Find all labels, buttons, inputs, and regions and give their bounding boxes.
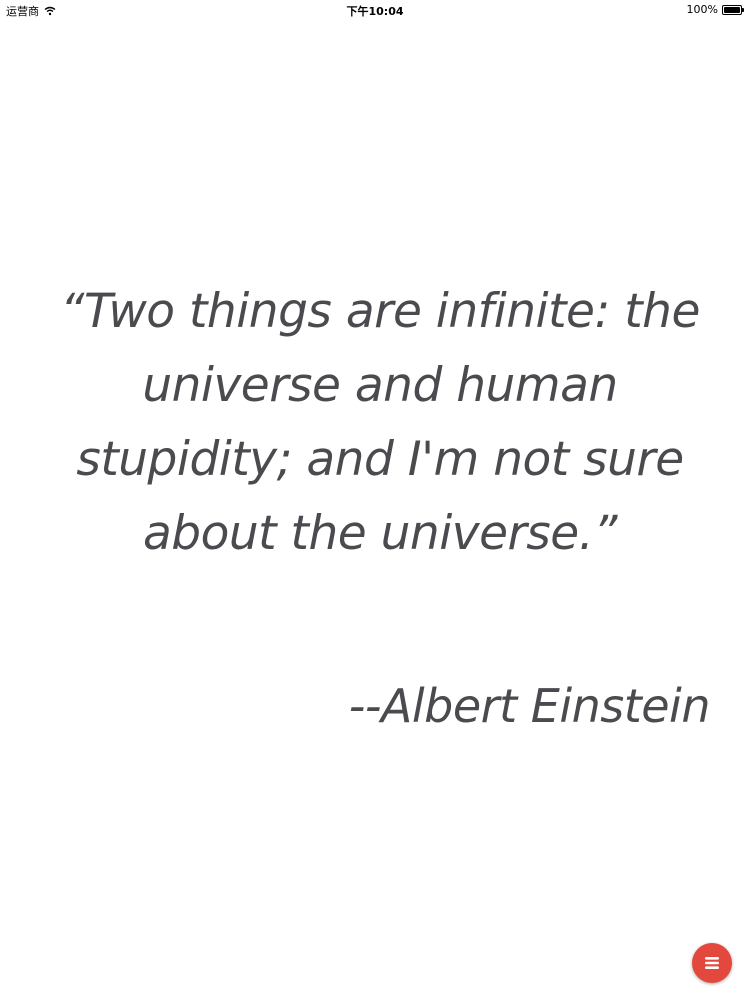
menu-button[interactable] — [692, 943, 732, 983]
battery-percentage: 100% — [686, 3, 718, 16]
status-right: 100% — [687, 3, 744, 16]
status-bar: 运营商 下午10:04 100% — [0, 0, 750, 20]
quote-author: --Albert Einstein — [348, 679, 711, 733]
battery-icon — [722, 4, 744, 15]
quote-text: “Two things are infinite: the universe a… — [60, 284, 700, 561]
status-time: 下午10:04 — [346, 5, 404, 18]
menu-icon — [705, 957, 719, 969]
